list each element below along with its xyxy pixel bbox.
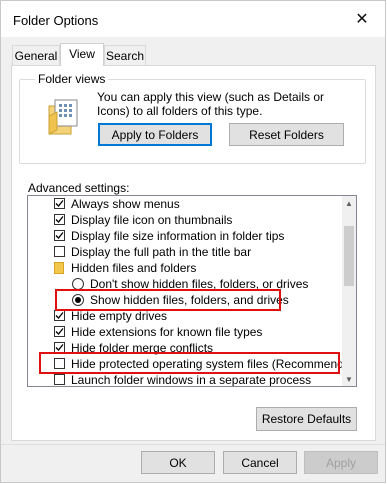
tab-search-label: Search: [105, 49, 145, 63]
setting-label: Don't show hidden files, folders, or dri…: [90, 277, 309, 291]
radio-unselected[interactable]: [72, 278, 84, 290]
tab-view-label: View: [69, 47, 95, 61]
setting-label: Hide empty drives: [71, 309, 168, 323]
reset-folders-label: Reset Folders: [249, 127, 324, 142]
close-icon: ✕: [355, 11, 369, 28]
check-icon: [55, 328, 64, 335]
setting-display-full-path[interactable]: Display the full path in the title bar: [28, 244, 344, 260]
close-button[interactable]: ✕: [339, 1, 385, 37]
setting-label: Display file icon on thumbnails: [71, 213, 233, 227]
scrollbar-thumb[interactable]: [344, 226, 354, 286]
setting-hide-empty-drives[interactable]: Hide empty drives: [28, 308, 344, 324]
checkbox-unchecked[interactable]: [54, 246, 65, 257]
folder-views-description: You can apply this view (such as Details…: [97, 90, 325, 118]
checkbox-checked[interactable]: [54, 230, 65, 241]
cancel-label: Cancel: [241, 455, 279, 470]
checkbox-checked[interactable]: [54, 198, 65, 209]
ok-label: OK: [169, 455, 187, 470]
scroll-down-arrow-icon[interactable]: ▼: [342, 372, 356, 386]
advanced-settings-label: Advanced settings:: [28, 181, 130, 195]
advanced-settings-list[interactable]: Always show menus Display file icon on t…: [27, 195, 357, 387]
apply-to-folders-button[interactable]: Apply to Folders: [98, 123, 212, 146]
setting-hide-protected-os-files[interactable]: Hide protected operating system files (R…: [28, 356, 356, 372]
ok-button[interactable]: OK: [141, 451, 215, 474]
tab-general-label: General: [14, 49, 58, 63]
check-icon: [55, 200, 64, 207]
checkbox-unchecked[interactable]: [54, 374, 65, 385]
checkbox-unchecked[interactable]: [54, 358, 65, 369]
setting-label: Display file size information in folder …: [71, 229, 285, 243]
setting-hide-merge-conflicts[interactable]: Hide folder merge conflicts: [28, 340, 344, 356]
setting-display-file-icon-on-thumbnails[interactable]: Display file icon on thumbnails: [28, 212, 344, 228]
reset-folders-button[interactable]: Reset Folders: [229, 123, 344, 146]
check-icon: [55, 344, 64, 351]
setting-label: Hide extensions for known file types: [71, 325, 263, 339]
scroll-up-arrow-icon[interactable]: ▲: [342, 196, 356, 210]
setting-show-hidden[interactable]: Show hidden files, folders, and drives: [28, 292, 344, 308]
checkbox-checked[interactable]: [54, 214, 65, 225]
setting-hide-extensions[interactable]: Hide extensions for known file types: [28, 324, 344, 340]
setting-label: Launch folder windows in a separate proc…: [71, 373, 312, 387]
tab-general[interactable]: General: [12, 45, 60, 65]
folder-icon: [54, 262, 64, 274]
apply-to-folders-label: Apply to Folders: [111, 127, 199, 142]
radio-selected[interactable]: [72, 294, 84, 306]
checkbox-checked[interactable]: [54, 342, 65, 353]
setting-label: Always show menus: [71, 197, 180, 211]
folder-views-icon: [48, 99, 78, 135]
setting-always-show-menus[interactable]: Always show menus: [28, 196, 344, 212]
apply-button[interactable]: Apply: [304, 451, 378, 474]
check-icon: [55, 232, 64, 239]
folder-options-dialog: Folder Options ✕ General View Search Fol…: [0, 0, 386, 483]
vertical-scrollbar[interactable]: ▲ ▼: [342, 196, 356, 386]
tab-view[interactable]: View: [60, 43, 104, 66]
setting-group-hidden-files: Hidden files and folders: [28, 260, 344, 276]
checkbox-checked[interactable]: [54, 326, 65, 337]
cancel-button[interactable]: Cancel: [223, 451, 297, 474]
setting-label: Hide folder merge conflicts: [71, 341, 214, 355]
setting-label: Hide protected operating system files (R…: [71, 357, 357, 371]
check-icon: [55, 216, 64, 223]
folder-views-title: Folder views: [35, 72, 109, 86]
setting-dont-show-hidden[interactable]: Don't show hidden files, folders, or dri…: [28, 276, 344, 292]
setting-label: Display the full path in the title bar: [71, 245, 252, 259]
setting-display-file-size-info[interactable]: Display file size information in folder …: [28, 228, 344, 244]
restore-defaults-label: Restore Defaults: [261, 412, 352, 426]
apply-label: Apply: [325, 455, 357, 470]
check-icon: [55, 312, 64, 319]
checkbox-checked[interactable]: [54, 310, 65, 321]
restore-defaults-button[interactable]: Restore Defaults: [256, 407, 357, 431]
tab-search[interactable]: Search: [104, 45, 146, 65]
setting-launch-separate-process[interactable]: Launch folder windows in a separate proc…: [28, 372, 344, 387]
title-bar: Folder Options ✕: [1, 1, 385, 37]
setting-label: Show hidden files, folders, and drives: [90, 293, 289, 307]
setting-group-label: Hidden files and folders: [71, 261, 197, 275]
window-title: Folder Options: [13, 13, 99, 28]
